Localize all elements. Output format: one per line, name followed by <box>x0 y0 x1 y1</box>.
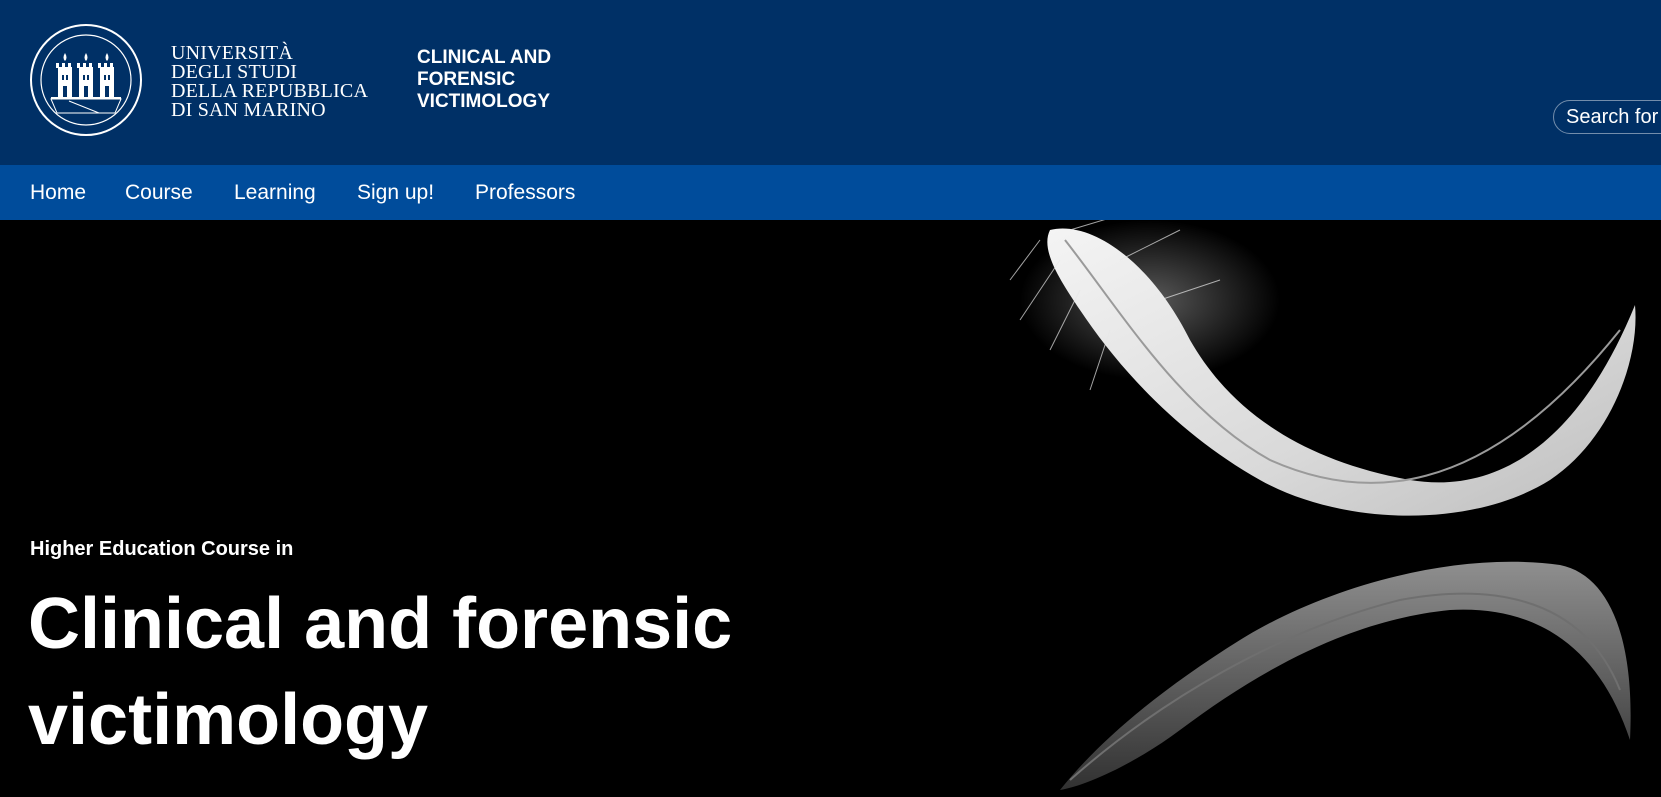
hero-kicker: Higher Education Course in <box>30 538 294 560</box>
hero-title: Clinical and forensic victimology <box>28 584 733 760</box>
nav-item-sign-up[interactable]: Sign up! <box>357 165 434 220</box>
university-seal-icon[interactable] <box>29 23 143 137</box>
hero-banner: Higher Education Course in Clinical and … <box>0 220 1661 797</box>
main-nav: Home Course Learning Sign up! Professors <box>0 165 1661 220</box>
course-title-line: CLINICAL AND <box>417 47 552 68</box>
course-title-line: FORENSIC <box>417 69 516 90</box>
nav-item-course[interactable]: Course <box>125 165 193 220</box>
feather-reflection-image <box>1009 220 1636 790</box>
nav-item-professors[interactable]: Professors <box>475 165 575 220</box>
university-name[interactable]: UNIVERSITÀ DEGLI STUDI DELLA REPUBBLICA … <box>171 43 368 121</box>
search-label: Search for <box>1566 106 1659 128</box>
nav-item-learning[interactable]: Learning <box>234 165 316 220</box>
nav-item-home[interactable]: Home <box>30 165 86 220</box>
site-header: UNIVERSITÀ DEGLI STUDI DELLA REPUBBLICA … <box>0 0 1661 165</box>
search-input[interactable]: Search for <box>1553 100 1661 134</box>
university-name-line: DI SAN MARINO <box>171 99 326 121</box>
course-title-line: VICTIMOLOGY <box>417 91 550 112</box>
course-title-link[interactable]: CLINICAL AND FORENSIC VICTIMOLOGY <box>417 47 551 113</box>
